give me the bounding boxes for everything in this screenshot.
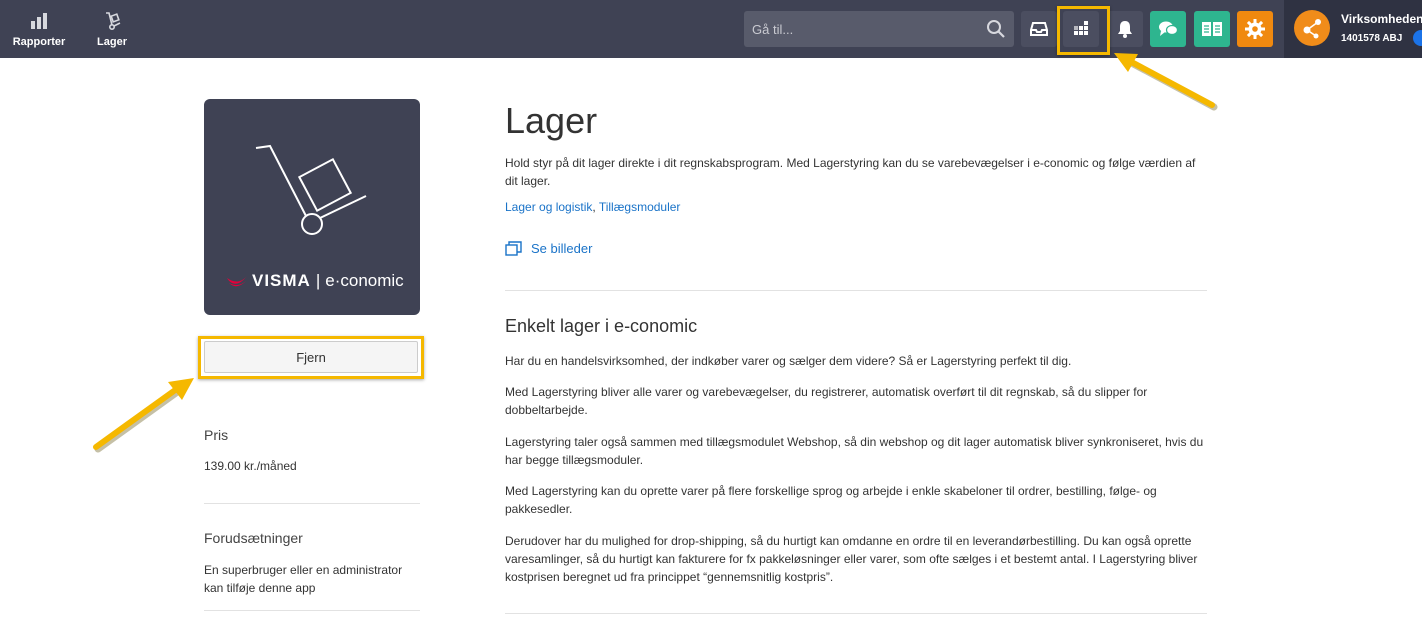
- price-value: 139.00 kr./måned: [204, 459, 297, 473]
- app-logo-card: VISMA | e·conomic: [204, 99, 420, 315]
- body-paragraph-5: Derudover har du mulighed for drop-shipp…: [505, 534, 1198, 584]
- brand-visma: VISMA: [252, 271, 311, 290]
- sidebar-divider-2: [204, 610, 420, 611]
- section-heading: Enkelt lager i e-conomic: [505, 316, 698, 336]
- nav-reports-label: Rapporter: [12, 36, 66, 48]
- help-book-button[interactable]: [1194, 11, 1230, 47]
- app-intro: Hold styr på dit lager direkte i dit reg…: [505, 156, 1196, 188]
- body-paragraph-1: Har du en handelsvirksomhed, der indkøbe…: [505, 354, 1072, 368]
- search-icon[interactable]: [986, 19, 1006, 39]
- visma-economic-logo: VISMA | e·conomic: [226, 271, 404, 291]
- see-images-label: Se billeder: [531, 241, 593, 256]
- annotation-arrow-bottom: [93, 378, 194, 453]
- search-box: [744, 11, 1014, 47]
- nav-inventory[interactable]: Lager: [77, 10, 147, 48]
- visma-swoosh-icon: [227, 276, 247, 287]
- category-link-inventory[interactable]: Lager og logistik: [505, 200, 592, 214]
- body-paragraph-4: Med Lagerstyring kan du oprette varer på…: [505, 484, 1157, 516]
- brand-separator: |: [315, 271, 321, 290]
- book-icon: [1202, 22, 1222, 36]
- settings-button[interactable]: [1237, 11, 1273, 47]
- category-link-addons[interactable]: Tillægsmoduler: [599, 200, 681, 214]
- nav-inventory-label: Lager: [97, 36, 127, 48]
- price-heading: Pris: [204, 427, 229, 443]
- inbox-icon: [1030, 22, 1048, 36]
- content-divider-1: [505, 290, 1207, 291]
- company-avatar: [1294, 10, 1330, 46]
- see-images-link[interactable]: Se billeder: [505, 241, 592, 256]
- brand-economic: e·conomic: [325, 271, 404, 290]
- category-links: Lager og logistik, Tillægsmoduler: [505, 198, 1205, 216]
- nav-reports[interactable]: Rapporter: [4, 10, 74, 48]
- notifications-button[interactable]: [1107, 11, 1143, 47]
- body-paragraph-2: Med Lagerstyring bliver alle varer og va…: [505, 385, 1148, 417]
- bar-chart-icon: [31, 13, 47, 29]
- chat-button[interactable]: [1150, 11, 1186, 47]
- company-id: 1401578 ABJ: [1341, 33, 1403, 44]
- body-paragraph-3: Lagerstyring taler også sammen med tillæ…: [505, 435, 1204, 467]
- content-divider-2: [505, 613, 1207, 614]
- chat-icon: [1159, 21, 1179, 36]
- user-menu[interactable]: Virksomheden 1401578 ABJ: [1284, 0, 1422, 58]
- gear-icon: [1245, 19, 1265, 39]
- apps-button-highlight: [1057, 6, 1110, 55]
- company-logo-icon: [1303, 19, 1321, 39]
- search-input[interactable]: [744, 11, 982, 47]
- company-name: Virksomheden: [1341, 12, 1422, 26]
- hand-truck-illustration-icon: [255, 144, 367, 235]
- gallery-icon: [505, 241, 522, 256]
- inbox-button[interactable]: [1021, 11, 1057, 47]
- user-badge: [1413, 30, 1422, 46]
- page-title: Lager: [505, 100, 598, 141]
- hand-truck-icon: [106, 12, 121, 31]
- annotation-arrow-top: [1114, 53, 1218, 111]
- bell-icon: [1118, 21, 1132, 38]
- sidebar-divider-1: [204, 503, 420, 504]
- prerequisites-text: En superbruger eller en administrator ka…: [204, 563, 403, 595]
- prerequisites-heading: Forudsætninger: [204, 530, 303, 546]
- remove-button-highlight: [198, 336, 424, 379]
